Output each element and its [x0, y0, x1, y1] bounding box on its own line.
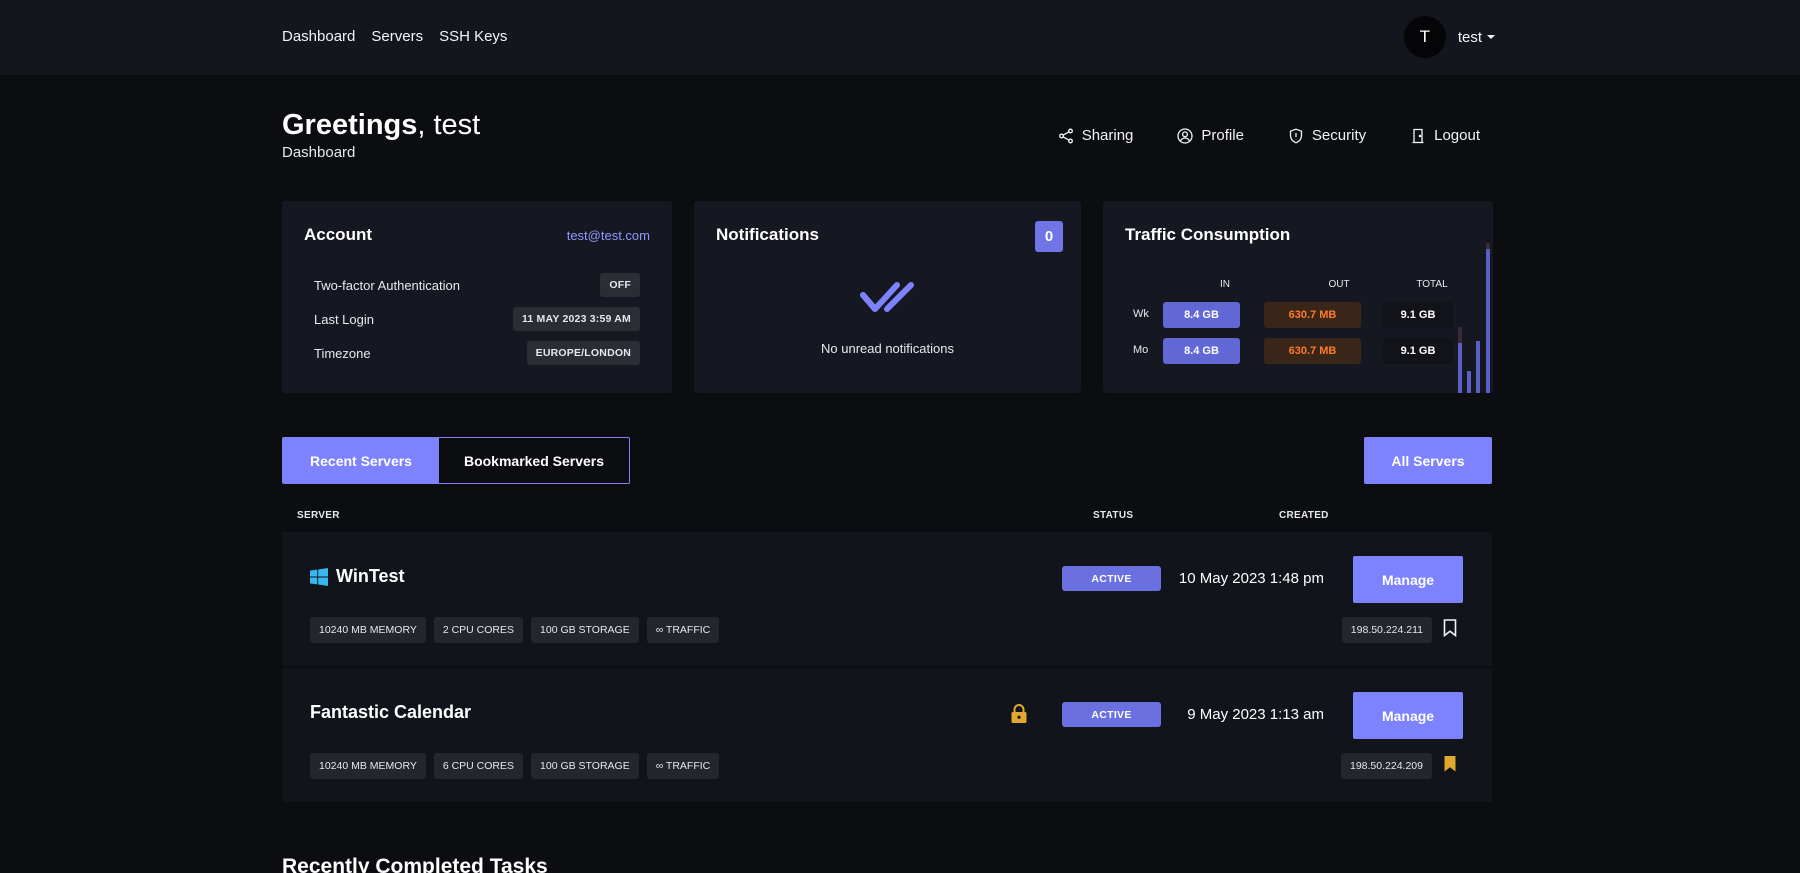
row-label: Two-factor Authentication — [314, 277, 460, 293]
user-name: test — [1457, 28, 1482, 46]
server-tabs: Recent Servers Bookmarked Servers — [282, 437, 630, 484]
traffic-mini-chart — [1458, 243, 1490, 393]
account-email[interactable]: test@test.com — [567, 228, 650, 243]
column-header-status: STATUS — [1093, 510, 1134, 521]
mini-bar — [1486, 249, 1490, 393]
two-factor-status: OFF — [600, 273, 640, 297]
greeting-user: , test — [417, 109, 481, 141]
created-date: 10 May 2023 1:48 pm — [1178, 570, 1324, 587]
server-ip[interactable]: 198.50.224.209 — [1341, 753, 1432, 779]
row-label: Timezone — [314, 345, 371, 361]
double-check-icon — [860, 282, 914, 312]
mini-bar — [1467, 371, 1471, 393]
logout-button[interactable]: Logout — [1410, 127, 1480, 144]
server-ip[interactable]: 198.50.224.211 — [1341, 617, 1432, 643]
top-nav: Dashboard Servers SSH Keys — [282, 28, 507, 45]
user-menu[interactable]: T test — [1403, 16, 1495, 58]
server-name-label: Fantastic Calendar — [310, 702, 472, 722]
traffic-month-in: 8.4 GB — [1163, 338, 1240, 364]
mini-bar — [1458, 343, 1462, 393]
user-dropdown[interactable]: test — [1458, 29, 1495, 46]
traffic-card: Traffic Consumption IN OUT TOTAL Wk 8.4 … — [1103, 201, 1493, 393]
server-row: Fantastic Calendar ACTIVE 9 May 2023 1:1… — [282, 668, 1492, 802]
profile-label: Profile — [1201, 127, 1244, 144]
bookmark-icon[interactable] — [1442, 619, 1458, 637]
security-button[interactable]: Security — [1288, 127, 1366, 144]
notification-count-badge[interactable]: 0 — [1035, 221, 1063, 252]
traffic-week-label: Wk — [1133, 308, 1149, 320]
spec-cpu: 2 CPU CORES — [433, 617, 524, 643]
sharing-button[interactable]: Sharing — [1058, 127, 1134, 144]
logout-label: Logout — [1434, 127, 1480, 144]
account-row-last-login: Last Login 11 MAY 2023 3:59 AM — [314, 307, 640, 331]
last-login-value: 11 MAY 2023 3:59 AM — [512, 307, 640, 331]
column-header-created: CREATED — [1279, 510, 1329, 521]
spec-traffic: ∞ TRAFFIC — [646, 753, 720, 779]
user-circle-icon — [1177, 127, 1194, 144]
traffic-week-out: 630.7 MB — [1264, 302, 1361, 328]
tab-bookmarked-servers[interactable]: Bookmarked Servers — [439, 438, 629, 483]
traffic-month-label: Mo — [1133, 344, 1149, 356]
caret-down-icon — [1487, 35, 1495, 39]
windows-icon — [310, 567, 328, 586]
security-label: Security — [1311, 127, 1367, 144]
traffic-header-in: IN — [1220, 279, 1230, 290]
bookmark-filled-icon[interactable] — [1442, 755, 1458, 773]
server-name[interactable]: Fantastic Calendar — [310, 702, 471, 723]
account-row-timezone: Timezone EUROPE/LONDON — [314, 341, 640, 365]
account-card: Account test@test.com Two-factor Authent… — [282, 201, 672, 393]
recent-tasks-heading: Recently Completed Tasks — [282, 855, 548, 873]
page-title: Greetings, test — [282, 108, 480, 142]
header-actions: Sharing Profile Security Logout — [1058, 127, 1480, 144]
spec-storage: 100 GB STORAGE — [531, 753, 639, 779]
server-name-label: WinTest — [336, 566, 405, 586]
nav-dashboard[interactable]: Dashboard — [282, 28, 355, 45]
timezone-value: EUROPE/LONDON — [526, 341, 640, 365]
server-name[interactable]: WinTest — [310, 566, 405, 587]
status-badge: ACTIVE — [1062, 566, 1161, 591]
spec-storage: 100 GB STORAGE — [531, 617, 639, 643]
server-row: WinTest ACTIVE 10 May 2023 1:48 pm Manag… — [282, 532, 1492, 666]
lock-icon — [1011, 704, 1027, 723]
all-servers-button[interactable]: All Servers — [1364, 437, 1492, 484]
tab-recent-servers[interactable]: Recent Servers — [283, 438, 439, 483]
page-subtitle: Dashboard — [282, 144, 356, 161]
sharing-label: Sharing — [1081, 127, 1134, 144]
greeting-word: Greetings — [282, 109, 418, 141]
traffic-month-out: 630.7 MB — [1264, 338, 1361, 364]
door-icon — [1412, 128, 1424, 143]
page-header: Greetings, test Dashboard — [282, 108, 480, 161]
spec-memory: 10240 MB MEMORY — [310, 753, 426, 779]
top-bar: Dashboard Servers SSH Keys T test — [0, 0, 1800, 75]
traffic-month-total: 9.1 GB — [1383, 338, 1453, 364]
manage-button[interactable]: Manage — [1353, 556, 1463, 603]
nav-ssh-keys[interactable]: SSH Keys — [439, 28, 507, 45]
shield-icon — [1289, 128, 1303, 144]
notifications-title: Notifications — [716, 225, 819, 244]
account-row-2fa: Two-factor Authentication OFF — [314, 273, 640, 297]
manage-button[interactable]: Manage — [1353, 692, 1463, 739]
share-icon — [1058, 128, 1073, 143]
mini-bar — [1476, 341, 1480, 393]
nav-servers[interactable]: Servers — [371, 28, 423, 45]
spec-cpu: 6 CPU CORES — [433, 753, 524, 779]
traffic-week-total: 9.1 GB — [1383, 302, 1453, 328]
notifications-card: Notifications 0 No unread notifications — [694, 201, 1081, 393]
avatar[interactable]: T — [1403, 16, 1446, 58]
traffic-week-in: 8.4 GB — [1163, 302, 1240, 328]
server-specs: 10240 MB MEMORY 6 CPU CORES 100 GB STORA… — [310, 753, 720, 779]
spec-traffic: ∞ TRAFFIC — [646, 617, 720, 643]
spec-memory: 10240 MB MEMORY — [310, 617, 426, 643]
server-specs: 10240 MB MEMORY 2 CPU CORES 100 GB STORA… — [310, 617, 720, 643]
row-label: Last Login — [314, 311, 374, 327]
account-title: Account — [304, 225, 372, 244]
created-date: 9 May 2023 1:13 am — [1187, 706, 1324, 723]
traffic-title: Traffic Consumption — [1125, 225, 1291, 244]
notifications-empty-message: No unread notifications — [821, 341, 954, 356]
status-badge: ACTIVE — [1062, 702, 1161, 727]
profile-button[interactable]: Profile — [1177, 127, 1244, 144]
column-header-server: SERVER — [297, 510, 340, 521]
traffic-header-out: OUT — [1328, 279, 1350, 290]
